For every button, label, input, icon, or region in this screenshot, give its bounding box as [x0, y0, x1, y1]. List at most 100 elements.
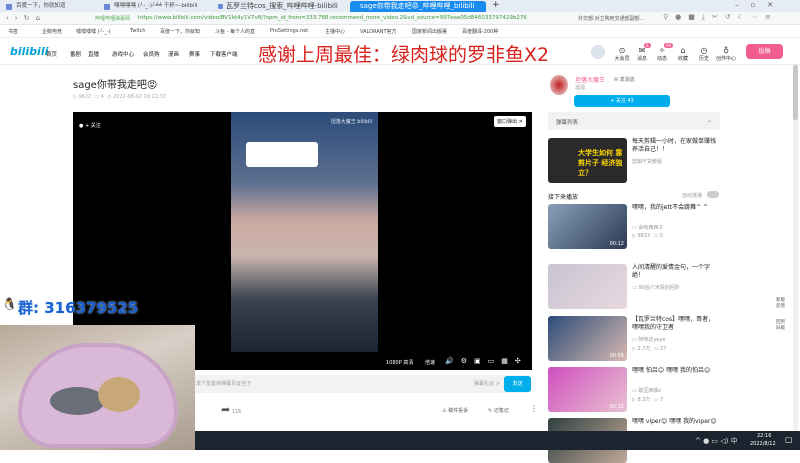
- nav-manga[interactable]: 漫画: [168, 50, 179, 58]
- notes-button[interactable]: ✎ 记笔记: [488, 407, 509, 414]
- autoplay-label: 自动连播: [682, 193, 703, 199]
- vip-icon: ⊙: [618, 46, 626, 55]
- rec-duration: 00:56: [609, 353, 624, 359]
- url-input[interactable]: https://www.bilibili.com/video/BV1kt4y1V…: [138, 15, 528, 21]
- new-tab-button[interactable]: +: [492, 0, 500, 10]
- creator-center-button[interactable]: ♁ 创作中心: [715, 46, 737, 62]
- nav-home[interactable]: 首页: [46, 50, 57, 58]
- message-button[interactable]: ✉ 发消息: [614, 76, 635, 83]
- uploader-avatar[interactable]: [550, 75, 568, 95]
- nav-games[interactable]: 游戏中心: [112, 50, 134, 58]
- nav-buttons[interactable]: ‹›↻⌂: [6, 14, 46, 22]
- rec-video-card[interactable]: 00:12 嘿嘿，我的jett不会跳舞^ ^ ▭ 会吸西西子 ▷ 9833 ▭ 0: [548, 204, 720, 249]
- rec-title: 嘿嘿 怕吕😊 嘿嘿 我的怕吕😊: [632, 367, 711, 374]
- notification-icon[interactable]: ▢: [785, 435, 793, 444]
- bookmark[interactable]: 企鹅电竞: [42, 28, 62, 35]
- rec-thumbnail: 00:56: [548, 316, 627, 361]
- speed-button[interactable]: 倍速: [425, 359, 435, 366]
- bookmark[interactable]: 书签: [8, 28, 18, 35]
- rec-author: ▭ 会吸西西子: [632, 225, 664, 231]
- danmaku-input[interactable]: ⚠ 发个友善的弹幕见证当下: [190, 380, 251, 387]
- rec-stats: ▷ 8.3万 ▭ 7: [632, 397, 664, 403]
- view-count: 9622: [78, 94, 92, 100]
- danmaku-count: 4: [100, 94, 104, 100]
- bookmark[interactable]: Twitch: [130, 28, 146, 34]
- report-button[interactable]: ⚠ 稿件投诉: [442, 407, 468, 414]
- bookmark[interactable]: ProSettings.net: [270, 28, 308, 34]
- autoplay-toggle[interactable]: [707, 191, 719, 198]
- message-badge: 6: [644, 43, 651, 48]
- up-next-label: 接下来播放: [548, 194, 579, 201]
- bilibili-logo[interactable]: bilibili: [10, 45, 48, 58]
- video-frame: 坦落大魔王 bilibili: [231, 112, 378, 352]
- tray-icons[interactable]: ^ ● ▭ ◁) 中: [695, 436, 738, 446]
- user-avatar[interactable]: [591, 45, 605, 59]
- qq-penguin-icon: 🐧: [2, 297, 17, 311]
- nav-live[interactable]: 直播: [88, 50, 99, 58]
- search-input[interactable]: 外交部:对立陶宛交通部副部...: [578, 15, 644, 22]
- more-icon[interactable]: ⋮: [530, 404, 538, 413]
- clock-icon: ◷: [700, 46, 708, 55]
- rec-video-card[interactable]: 人间清醒的爱情金句，一个字绝！ ▭ 90后介米情剑回阶: [548, 264, 720, 309]
- player-control-icons[interactable]: 🔊⚙▣▭▦✣: [445, 357, 528, 365]
- dog-yorkie: [98, 377, 140, 412]
- star-icon: ⌂: [680, 46, 686, 55]
- watermark: 坦落大魔王 bilibili: [330, 119, 372, 125]
- page-scrollbar[interactable]: [793, 65, 798, 431]
- rec-title: 嘿嘿 viper😊 嘿嘿 我的viper😊: [632, 418, 717, 425]
- nav-mall[interactable]: 会员购: [143, 50, 160, 58]
- address-bar-row: ‹›↻⌂ 哔哩哔哩弹幕网 https://www.bilibili.com/vi…: [0, 12, 800, 25]
- bookmark[interactable]: 国家新闻出版署: [412, 28, 447, 35]
- nav-download[interactable]: 下载客户端: [210, 50, 238, 58]
- rec-duration: 00:15: [609, 404, 624, 410]
- feedback-button[interactable]: 新版反馈: [776, 298, 788, 310]
- rec-title: 嘿嘿，我的jett不会跳舞^ ^: [632, 204, 709, 211]
- danmaku-list-toggle[interactable]: 弹幕列表 ⌄: [548, 112, 720, 130]
- clock-time: 22:16: [757, 433, 772, 439]
- bookmark[interactable]: 嘿嘿嘿嘿 (╯-_-): [76, 28, 111, 35]
- rec-video-card[interactable]: 00:15 嘿嘿 怕吕😊 嘿嘿 我的怕吕😊 ▭ 敲豆麻袋z ▷ 8.3万 ▭ 7: [548, 367, 720, 412]
- vip-button[interactable]: ⊙ 大会员: [611, 46, 633, 62]
- tab-active-video[interactable]: sage你带我走吧😡_哔哩哔哩_bilibili: [350, 1, 486, 12]
- bilibili-icon: [104, 4, 110, 10]
- dynamics-button[interactable]: ✧ 99 动态: [651, 43, 674, 62]
- share-button[interactable]: ➦ 116: [221, 403, 241, 416]
- popout-button[interactable]: 窗口弹出 ✕: [494, 116, 526, 127]
- upload-button[interactable]: 投稿: [746, 44, 783, 59]
- bilibili-icon: [218, 4, 223, 9]
- player-follow[interactable]: ● + 关注: [79, 122, 101, 129]
- uploader-name[interactable]: 坦落大魔王: [575, 75, 605, 84]
- rec-thumbnail: [548, 264, 627, 309]
- old-version-button[interactable]: 回到旧版: [776, 320, 788, 332]
- webcam-feed: [0, 325, 195, 450]
- rec-video-card[interactable]: 00:56 【瓦罗兰特cos】嘿嘿，哥者，嘿嘿我的守卫者 ▭ 阿咪达yeye ▷ 2.…: [548, 316, 720, 361]
- tab-search[interactable]: 瓦罗兰特cos_搜索_哔哩哔哩-bilibili: [216, 1, 348, 12]
- ad-thumbnail: 大学生如何 靠剪片子 经济独立？: [548, 138, 627, 183]
- bookmark[interactable]: 百度翻译-200种: [462, 28, 498, 35]
- qq-group-text: 群: 316379525: [18, 299, 139, 317]
- messages-button[interactable]: ✉ 6 消息: [631, 43, 653, 62]
- send-danmaku-button[interactable]: 发送: [504, 376, 531, 392]
- uploader-desc: 溜溜: [575, 85, 586, 91]
- bookmarks-bar: 书签 企鹅电竞 嘿嘿嘿嘿 (╯-_-) Twitch 百度一下，你就知 斗鱼 -…: [0, 25, 800, 38]
- danmaku-etiquette-link[interactable]: 弹幕礼仪 >: [474, 380, 500, 387]
- baidu-icon: [6, 4, 12, 10]
- quality-button[interactable]: 1080P 高清: [386, 359, 413, 366]
- window-controls[interactable]: –▫✕: [735, 1, 785, 9]
- tab-baidu[interactable]: 百度一下，你就知道: [2, 1, 92, 12]
- bookmark[interactable]: VALORANT官方: [360, 28, 397, 35]
- favorites-button[interactable]: ⌂ 收藏: [672, 46, 694, 62]
- toolbar-icons[interactable]: ⚲●■⤓✂↺☾⋯≡: [663, 13, 778, 22]
- bookmark[interactable]: 斗鱼 - 每个人的直: [215, 28, 255, 35]
- share-icon: ➦: [221, 403, 231, 416]
- bookmark[interactable]: 百度一下，你就知: [160, 28, 200, 35]
- stream-overlay-text: 感谢上周最佳：绿肉球的罗非鱼X2: [258, 44, 550, 66]
- nav-esports[interactable]: 赛事: [189, 50, 200, 58]
- history-button[interactable]: ◷ 历史: [693, 46, 715, 62]
- follow-button[interactable]: + 关注 43: [574, 95, 670, 107]
- browser-tab-bar: 百度一下，你就知道 嘿嘿嘿嘿 (╯-_-)╯╧╧ 干杯~-bilibili 瓦罗…: [0, 0, 800, 12]
- ad-card[interactable]: 大学生如何 靠剪片子 经济独立？ 每天剪辑一小时，在家做单赚钱养活自己！！ 剪辑…: [548, 138, 720, 183]
- tab-bilibili-1[interactable]: 嘿嘿嘿嘿 (╯-_-)╯╧╧ 干杯~-bilibili: [100, 1, 214, 12]
- nav-anime[interactable]: 番剧: [70, 50, 81, 58]
- bookmark[interactable]: 主播中心: [325, 28, 345, 35]
